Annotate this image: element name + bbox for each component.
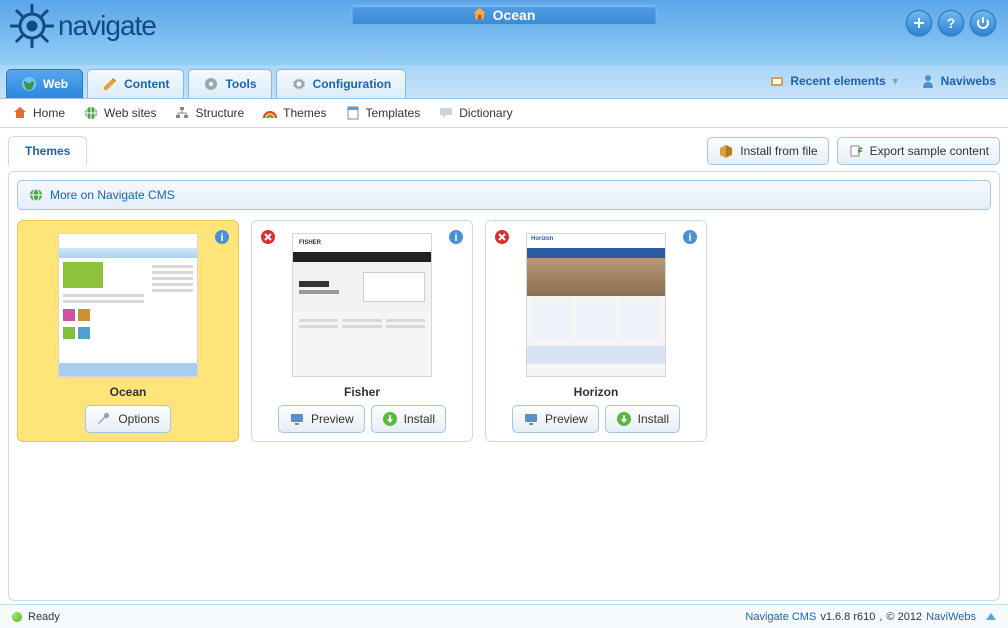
preview-button[interactable]: Preview (278, 405, 365, 433)
themes-panel: More on Navigate CMS i (8, 171, 1000, 601)
svg-text:i: i (220, 232, 223, 244)
preview-button[interactable]: Preview (512, 405, 599, 433)
logo-text: navigate (58, 10, 156, 42)
tab-web[interactable]: Web (6, 69, 83, 98)
section-title: Themes (8, 136, 87, 166)
recent-elements-label: Recent elements (790, 74, 885, 88)
subnav-home-label: Home (33, 106, 65, 120)
version-text: v1.6.8 r610 (820, 611, 875, 623)
theme-card-fisher: i FISHER Fisher (251, 220, 473, 442)
info-icon[interactable]: i (214, 229, 230, 245)
subnav-websites[interactable]: Web sites (83, 105, 156, 121)
tab-config-label: Configuration (313, 77, 392, 91)
copyright-text: © 2012 (886, 611, 922, 623)
sitemap-icon (174, 105, 190, 121)
info-icon[interactable]: i (682, 229, 698, 245)
monitor-icon (289, 411, 305, 427)
recent-elements-menu[interactable]: Recent elements ▼ (769, 73, 899, 89)
theme-thumbnail: Horizon (526, 233, 666, 377)
theme-name: Horizon (494, 385, 698, 399)
install-label: Install (404, 412, 435, 426)
subnav-themes-label: Themes (283, 106, 326, 120)
subnav-themes[interactable]: Themes (262, 105, 326, 121)
preview-label: Preview (545, 412, 588, 426)
help-button[interactable]: ? (938, 10, 964, 36)
status-dot-icon (12, 612, 22, 622)
globe-icon (83, 105, 99, 121)
tab-configuration[interactable]: Configuration (276, 69, 407, 98)
package-icon (718, 143, 734, 159)
delete-icon[interactable] (494, 229, 510, 245)
power-button[interactable] (970, 10, 996, 36)
theme-card-ocean: i (17, 220, 239, 442)
cog-icon (291, 76, 307, 92)
options-label: Options (118, 412, 159, 426)
speech-icon (438, 105, 454, 121)
subnav-structure[interactable]: Structure (174, 105, 244, 121)
subnav-templates-label: Templates (366, 106, 421, 120)
delete-icon[interactable] (260, 229, 276, 245)
theme-name: Ocean (26, 385, 230, 399)
monitor-icon (523, 411, 539, 427)
install-from-file-label: Install from file (740, 144, 817, 158)
tab-web-label: Web (43, 77, 68, 91)
scroll-top-icon[interactable] (986, 613, 996, 620)
user-menu[interactable]: Naviwebs (920, 73, 996, 89)
theme-name: Fisher (260, 385, 464, 399)
wrench-icon (96, 411, 112, 427)
logo-wheel-icon (8, 2, 56, 50)
site-name: Ocean (493, 7, 536, 23)
home-icon (12, 105, 28, 121)
install-from-file-button[interactable]: Install from file (707, 137, 828, 165)
tab-content[interactable]: Content (87, 69, 184, 98)
install-button[interactable]: Install (605, 405, 680, 433)
preview-label: Preview (311, 412, 354, 426)
svg-text:i: i (454, 232, 457, 244)
rainbow-icon (262, 105, 278, 121)
gear-icon (203, 76, 219, 92)
theme-card-horizon: i Horizon Horizon Preview (485, 220, 707, 442)
export-sample-button[interactable]: Export sample content (837, 137, 1000, 165)
download-icon (382, 411, 398, 427)
export-icon (848, 143, 864, 159)
home-icon (473, 7, 487, 24)
user-icon (920, 73, 936, 89)
subnav-templates[interactable]: Templates (345, 105, 421, 121)
globe-icon (28, 187, 44, 203)
chevron-down-icon: ▼ (891, 76, 900, 86)
subnav-dictionary[interactable]: Dictionary (438, 105, 512, 121)
globe-icon (21, 76, 37, 92)
info-icon[interactable]: i (448, 229, 464, 245)
tab-content-label: Content (124, 77, 169, 91)
site-selector[interactable]: Ocean (351, 4, 658, 26)
subnav-structure-label: Structure (195, 106, 244, 120)
logo[interactable]: navigate (8, 2, 156, 50)
subnav-websites-label: Web sites (104, 106, 156, 120)
pencil-icon (102, 76, 118, 92)
tab-tools[interactable]: Tools (188, 69, 271, 98)
add-button[interactable] (906, 10, 932, 36)
install-label: Install (638, 412, 669, 426)
theme-thumbnail: FISHER (292, 233, 432, 377)
tab-tools-label: Tools (225, 77, 256, 91)
template-icon (345, 105, 361, 121)
download-icon (616, 411, 632, 427)
install-button[interactable]: Install (371, 405, 446, 433)
svg-text:i: i (688, 232, 691, 244)
company-link[interactable]: NaviWebs (926, 611, 976, 623)
clock-icon (769, 73, 785, 89)
subnav-home[interactable]: Home (12, 105, 65, 121)
status-bar: Ready Navigate CMS v1.6.8 r610, © 2012 N… (0, 604, 1008, 628)
export-sample-label: Export sample content (870, 144, 989, 158)
options-button[interactable]: Options (85, 405, 170, 433)
theme-thumbnail (58, 233, 198, 377)
status-text: Ready (28, 611, 60, 623)
user-label: Naviwebs (941, 74, 996, 88)
info-bar-text: More on Navigate CMS (50, 188, 175, 202)
product-link[interactable]: Navigate CMS (745, 611, 816, 623)
subnav-dictionary-label: Dictionary (459, 106, 512, 120)
more-on-navigate-link[interactable]: More on Navigate CMS (17, 180, 991, 210)
